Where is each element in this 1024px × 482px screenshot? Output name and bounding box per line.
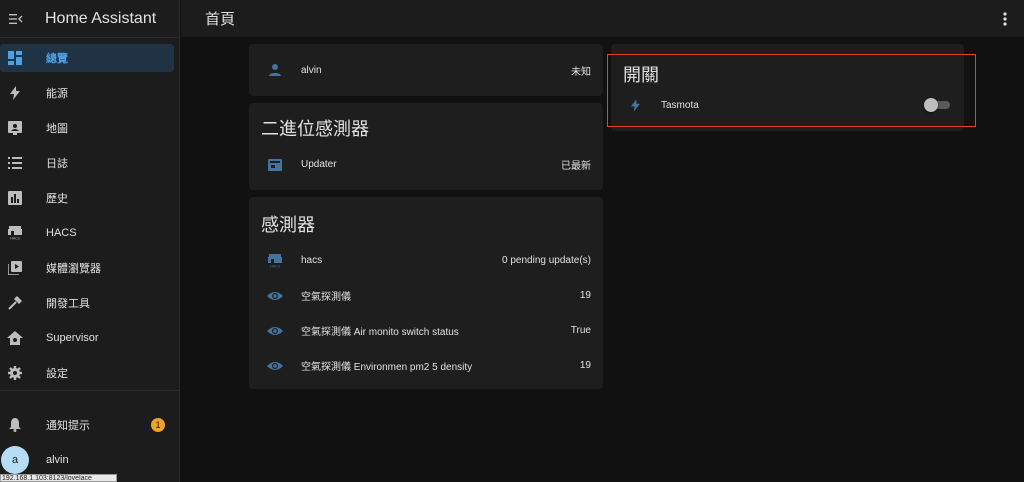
- tasmota-toggle-switch[interactable]: [924, 98, 950, 112]
- page-title: 首頁: [205, 11, 236, 28]
- sidebar-item-label: 能源: [46, 87, 68, 100]
- avatar: a: [1, 445, 29, 474]
- entity-row[interactable]: HACS hacs 0 pending update(s): [249, 243, 603, 278]
- sidebar-item-settings[interactable]: 設定: [0, 355, 180, 390]
- eye-icon: [249, 361, 301, 371]
- menu-toggle-button[interactable]: [1, 0, 31, 38]
- sidebar-item-label: Supervisor: [46, 331, 99, 344]
- overflow-menu-button[interactable]: [998, 10, 1012, 28]
- sidebar-nav: 總覽 能源 地圖 日誌 歷史 HACS HACS 媒體瀏覽器 開發工具 Supe…: [0, 40, 180, 390]
- app-title: Home Assistant: [45, 9, 157, 27]
- entity-state: 已最新: [561, 161, 591, 172]
- entity-state: True: [570, 325, 591, 336]
- sidebar-item-label: 歷史: [46, 192, 68, 205]
- sidebar-item-label: 通知提示: [46, 419, 90, 432]
- sidebar-item-overview[interactable]: 總覽: [0, 40, 180, 75]
- sidebar-item-map[interactable]: 地圖: [0, 110, 180, 145]
- eye-icon: [249, 291, 301, 301]
- dashboard-icon: [0, 40, 30, 75]
- gear-icon: [0, 355, 30, 390]
- sidebar-item-user[interactable]: a alvin: [0, 442, 180, 477]
- history-icon: [0, 180, 30, 215]
- entity-name: 空氣探測儀 Environmen pm2 5 density: [301, 362, 473, 373]
- dots-vertical-icon: [1003, 12, 1007, 26]
- sidebar-item-label: 總覽: [46, 52, 68, 65]
- sidebar-item-history[interactable]: 歷史: [0, 180, 180, 215]
- entity-row[interactable]: 空氣探測儀 Air monito switch status True: [249, 313, 603, 348]
- sidebar-bottom: 通知提示 1 a alvin: [0, 390, 180, 477]
- card-title: 感測器: [261, 215, 315, 235]
- sidebar-header: Home Assistant: [0, 0, 179, 38]
- flash-icon: [611, 98, 659, 112]
- entity-state: 未知: [571, 66, 591, 78]
- sidebar-item-hacs[interactable]: HACS HACS: [0, 215, 180, 250]
- switch-card: 開關 Tasmota: [611, 44, 964, 131]
- media-icon: [0, 250, 30, 285]
- top-app-bar: 首頁: [181, 0, 1024, 38]
- toggle-knob: [924, 98, 938, 112]
- sidebar-item-label: HACS: [46, 226, 77, 239]
- sidebar-item-label: 媒體瀏覽器: [46, 262, 101, 275]
- svg-text:HACS: HACS: [270, 264, 280, 268]
- notification-badge: 1: [151, 418, 165, 432]
- sidebar-item-media-browser[interactable]: 媒體瀏覽器: [0, 250, 180, 285]
- svg-text:HACS: HACS: [10, 236, 20, 240]
- person-card: alvin 未知: [249, 44, 603, 96]
- binary-sensor-card: 二進位感測器 Updater 已最新: [249, 103, 603, 190]
- sidebar-item-label: alvin: [46, 453, 69, 466]
- entity-name: hacs: [301, 255, 323, 266]
- sidebar-item-label: 日誌: [46, 157, 68, 170]
- entity-row[interactable]: 空氣探測儀 19: [249, 278, 603, 313]
- card-title: 二進位感測器: [261, 119, 369, 139]
- sidebar: Home Assistant 總覽 能源 地圖 日誌 歷史 HACS HACS …: [0, 0, 180, 482]
- entity-name: 空氣探測儀: [301, 292, 351, 303]
- status-url-tooltip: 192.168.1.103:8123/lovelace: [0, 474, 117, 482]
- bell-icon: [0, 407, 30, 442]
- map-icon: [0, 110, 30, 145]
- sidebar-item-notifications[interactable]: 通知提示 1: [0, 407, 180, 442]
- sensor-card: 感測器 HACS hacs 0 pending update(s) 空氣探測儀 …: [249, 197, 603, 389]
- hacs-icon: HACS: [249, 253, 301, 268]
- entity-name: Updater: [301, 159, 337, 170]
- logbook-icon: [0, 145, 30, 180]
- sidebar-item-label: 開發工具: [46, 297, 90, 310]
- lightning-icon: [0, 75, 30, 110]
- sidebar-item-logbook[interactable]: 日誌: [0, 145, 180, 180]
- entity-row[interactable]: Updater 已最新: [249, 147, 603, 182]
- hacs-icon: HACS: [0, 215, 30, 250]
- sidebar-item-label: 地圖: [46, 122, 68, 135]
- entity-state: 19: [579, 290, 591, 301]
- entity-row[interactable]: Tasmota: [611, 90, 964, 120]
- eye-icon: [249, 326, 301, 336]
- entity-row[interactable]: 空氣探測儀 Environmen pm2 5 density 19: [249, 348, 603, 383]
- sidebar-item-label: 設定: [46, 367, 68, 380]
- sidebar-item-supervisor[interactable]: Supervisor: [0, 320, 180, 355]
- sidebar-item-energy[interactable]: 能源: [0, 75, 180, 110]
- entity-state: 19: [579, 360, 591, 371]
- hammer-icon: [0, 285, 30, 320]
- menu-collapse-icon: [9, 13, 23, 24]
- entity-name: alvin: [301, 64, 322, 76]
- package-icon: [249, 158, 301, 171]
- entity-row[interactable]: alvin 未知: [249, 44, 603, 96]
- entity-name: Tasmota: [661, 99, 699, 111]
- entity-name: 空氣探測儀 Air monito switch status: [301, 327, 459, 338]
- account-icon: [249, 64, 301, 76]
- supervisor-icon: [0, 320, 30, 355]
- card-title: 開關: [623, 65, 659, 85]
- entity-state: 0 pending update(s): [502, 255, 591, 266]
- sidebar-item-developer-tools[interactable]: 開發工具: [0, 285, 180, 320]
